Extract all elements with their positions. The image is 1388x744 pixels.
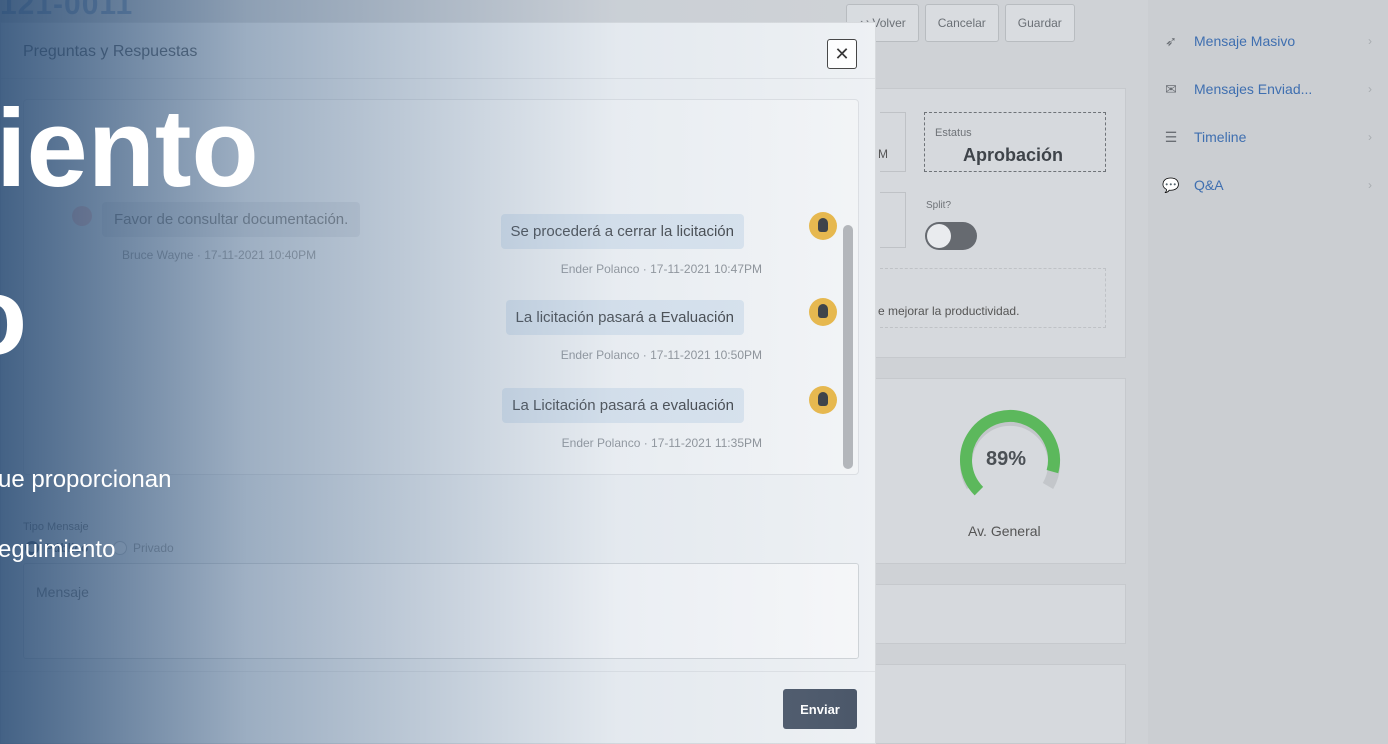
close-icon: ✕: [834, 43, 850, 64]
toolbar: ↩ Volver Cancelar Guardar: [846, 4, 1075, 42]
field-value-fragment: M: [878, 147, 888, 161]
chat-message: La licitación pasará a Evaluación: [505, 300, 744, 335]
list-icon: ☰: [1164, 128, 1178, 145]
overlay-heading-2: o: [0, 262, 27, 372]
chat-bubble-icon: 💬: [1162, 176, 1180, 193]
radio-privado-label: Privado: [133, 541, 174, 555]
field-box: [880, 112, 906, 172]
sidebar-item-mensaje-masivo[interactable]: ➶ Mensaje Masivo ›: [1160, 32, 1372, 50]
empty-panel-1: [868, 584, 1126, 644]
cancelar-button[interactable]: Cancelar: [924, 4, 999, 42]
chat-message-meta: Ender Polanco · 17-11-2021 10:47PM: [560, 262, 762, 276]
status-value: Aprobación: [963, 145, 1064, 165]
chat-message: La Licitación pasará a evaluación: [502, 388, 744, 423]
empty-panel-2: [868, 664, 1126, 744]
modal-title: Preguntas y Respuestas: [23, 43, 198, 60]
record-code: 121-0011: [0, 0, 134, 21]
overlay-subtext-1: ue proporcionan: [0, 466, 172, 493]
modal-footer-divider: [1, 671, 875, 672]
gauge-value: 89%: [986, 448, 1027, 470]
envelope-search-icon: ✉: [1165, 80, 1177, 97]
guardar-button[interactable]: Guardar: [1004, 4, 1075, 42]
chat-message: Se procederá a cerrar la licitación: [500, 214, 744, 249]
paper-plane-icon: ➶: [1165, 32, 1177, 49]
chat-message-meta: Bruce Wayne · 17-11-2021 10:40PM: [122, 248, 317, 262]
overlay-heading-1: iento: [0, 87, 259, 210]
sidebar-item-mensajes-enviados[interactable]: ✉ Mensajes Enviad... ›: [1160, 80, 1372, 98]
message-input[interactable]: [24, 564, 858, 658]
avatar: [809, 212, 837, 240]
message-input-wrapper: [23, 563, 859, 659]
right-sidebar: [1148, 0, 1388, 744]
modal-header: Preguntas y Respuestas ✕: [1, 23, 875, 79]
sidebar-item-qa[interactable]: 💬 Q&A ›: [1160, 176, 1372, 194]
description-box: [880, 268, 1106, 328]
avatar: [809, 298, 837, 326]
split-toggle[interactable]: [925, 222, 977, 250]
tipo-mensaje-label: Tipo Mensaje: [23, 521, 89, 533]
avatar: [809, 386, 837, 414]
chat-message-meta: Ender Polanco · 17-11-2021 10:50PM: [560, 348, 762, 362]
description-fragment: e mejorar la productividad.: [878, 304, 1020, 318]
chevron-right-icon: ›: [1368, 34, 1372, 48]
gauge-caption: Av. General: [968, 523, 1041, 539]
sidebar-item-timeline[interactable]: ☰ Timeline ›: [1160, 128, 1372, 146]
chat-scrollbar[interactable]: [843, 225, 853, 469]
chat-message-meta: Ender Polanco · 17-11-2021 11:35PM: [561, 436, 762, 450]
chevron-right-icon: ›: [1368, 178, 1372, 192]
status-caption: Estatus: [935, 127, 972, 139]
chevron-right-icon: ›: [1368, 82, 1372, 96]
close-button[interactable]: ✕: [827, 39, 857, 69]
field-box-2: [880, 192, 906, 248]
split-label: Split?: [926, 200, 952, 211]
overlay-subtext-2: eguimiento: [0, 536, 116, 563]
status-box: Estatus Aprobación: [924, 112, 1106, 172]
chevron-right-icon: ›: [1368, 130, 1372, 144]
send-button[interactable]: Enviar: [783, 689, 857, 729]
